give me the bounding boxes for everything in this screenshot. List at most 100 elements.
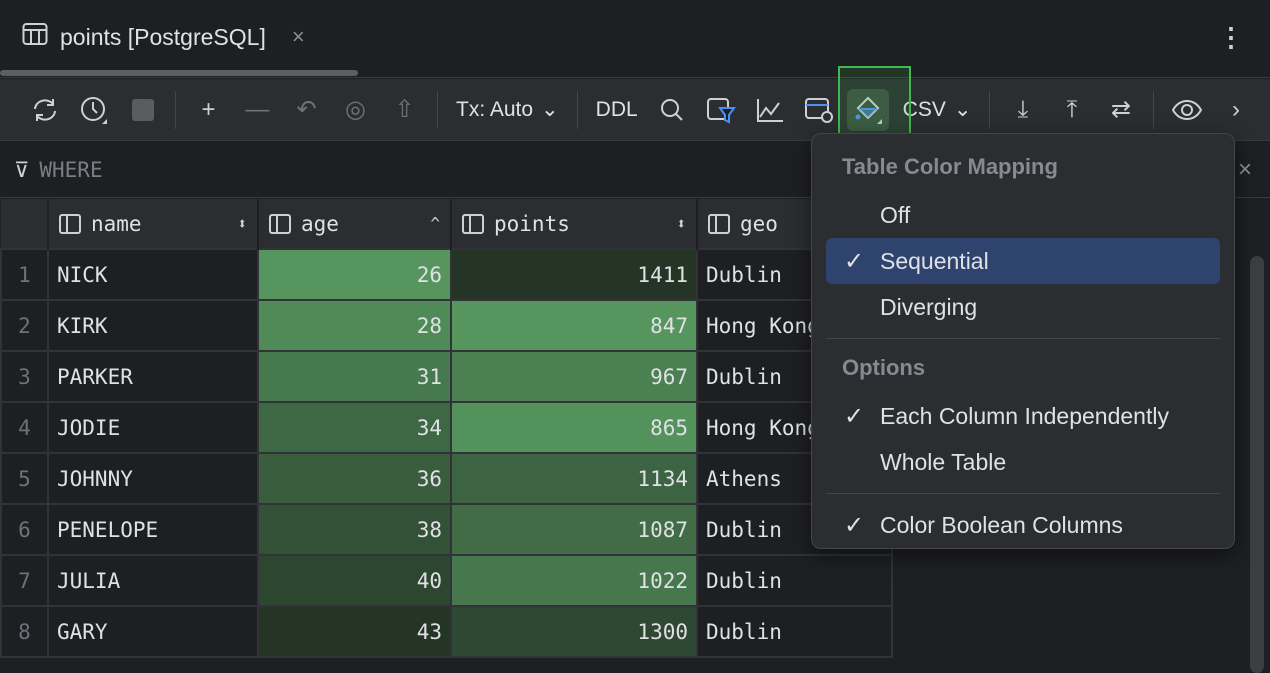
transaction-mode-dropdown[interactable]: Tx: Auto ⌄	[446, 97, 569, 122]
menu-item-off[interactable]: Off	[826, 192, 1220, 238]
cell-name[interactable]: PARKER	[48, 351, 258, 402]
chevron-right-icon[interactable]: ›	[1211, 88, 1260, 132]
cell-age[interactable]: 28	[258, 300, 451, 351]
sort-icon[interactable]: ⬍	[237, 214, 247, 233]
column-label: name	[91, 212, 142, 236]
row-number: 5	[1, 453, 48, 504]
cell-points[interactable]: 847	[451, 300, 697, 351]
cell-points[interactable]: 1087	[451, 504, 697, 555]
cell-age[interactable]: 31	[258, 351, 451, 402]
column-icon	[708, 214, 730, 234]
divider	[826, 493, 1220, 494]
filter-icon: ⊽	[14, 158, 29, 182]
cell-points[interactable]: 967	[451, 351, 697, 402]
cell-age[interactable]: 38	[258, 504, 451, 555]
cell-geo[interactable]: Dublin	[697, 555, 892, 606]
history-icon[interactable]	[69, 88, 118, 132]
menu-item-label: Off	[880, 202, 910, 229]
cell-points[interactable]: 865	[451, 402, 697, 453]
export-format-dropdown[interactable]: CSV⌄	[893, 97, 982, 122]
search-icon[interactable]	[648, 88, 697, 132]
preview-pending-icon[interactable]: ◎	[331, 88, 380, 132]
view-table-icon[interactable]	[795, 88, 844, 132]
sort-icon[interactable]: ^	[430, 214, 440, 233]
revert-icon[interactable]: ↶	[282, 88, 331, 132]
cell-points[interactable]: 1134	[451, 453, 697, 504]
cell-age[interactable]: 36	[258, 453, 451, 504]
chevron-down-icon: ⌄	[541, 97, 559, 122]
column-header-name[interactable]: name ⬍	[48, 199, 258, 249]
where-input[interactable]: WHERE	[39, 158, 102, 182]
cell-age[interactable]: 43	[258, 606, 451, 657]
menu-item-label: Sequential	[880, 248, 989, 275]
menu-item-whole-table[interactable]: Whole Table	[826, 439, 1220, 485]
download-icon[interactable]: ⤓	[998, 88, 1047, 132]
upload-icon[interactable]: ⤒	[1047, 88, 1096, 132]
filter-columns-icon[interactable]	[697, 88, 746, 132]
cell-name[interactable]: GARY	[48, 606, 258, 657]
check-icon: ✓	[844, 511, 880, 540]
color-mapping-button[interactable]	[844, 88, 893, 132]
table-row: 5 JOHNNY 36 1134 Athens	[1, 453, 892, 504]
cell-name[interactable]: JODIE	[48, 402, 258, 453]
separator	[437, 91, 438, 129]
menu-item-label: Color Boolean Columns	[880, 512, 1123, 539]
row-number: 3	[1, 351, 48, 402]
separator	[989, 91, 990, 129]
toolbar: + — ↶ ◎ ⇧ Tx: Auto ⌄ DDL CSV⌄ ⤓ ⤒ ⇄ ›	[0, 79, 1270, 141]
cell-name[interactable]: JOHNNY	[48, 453, 258, 504]
cell-age[interactable]: 34	[258, 402, 451, 453]
submit-icon[interactable]: ⇧	[380, 88, 429, 132]
compare-icon[interactable]: ⇄	[1096, 88, 1145, 132]
table-row: 3 PARKER 31 967 Dublin	[1, 351, 892, 402]
table-row: 1 NICK 26 1411 Dublin	[1, 249, 892, 300]
column-label: points	[494, 212, 570, 236]
table-row: 4 JODIE 34 865 Hong Kong	[1, 402, 892, 453]
menu-item-color-boolean-columns[interactable]: ✓Color Boolean Columns	[826, 502, 1220, 548]
table-row: 6 PENELOPE 38 1087 Dublin	[1, 504, 892, 555]
chart-icon[interactable]	[746, 88, 795, 132]
check-icon: ✓	[844, 247, 880, 276]
cell-points[interactable]: 1022	[451, 555, 697, 606]
tab-points[interactable]: points [PostgreSQL] ×	[22, 22, 305, 52]
cell-points[interactable]: 1300	[451, 606, 697, 657]
table-icon	[22, 22, 48, 52]
table-row: 7 JULIA 40 1022 Dublin	[1, 555, 892, 606]
eye-icon[interactable]	[1162, 88, 1211, 132]
column-header-age[interactable]: age^	[258, 199, 451, 249]
options-heading: Options	[826, 347, 1220, 393]
ddl-button[interactable]: DDL	[586, 98, 648, 122]
table-row: 8 GARY 43 1300 Dublin	[1, 606, 892, 657]
close-tab-icon[interactable]: ×	[292, 24, 305, 50]
separator	[577, 91, 578, 129]
tx-label: Tx: Auto	[456, 98, 533, 122]
menu-item-diverging[interactable]: Diverging	[826, 284, 1220, 330]
cell-name[interactable]: NICK	[48, 249, 258, 300]
cell-age[interactable]: 26	[258, 249, 451, 300]
row-number: 2	[1, 300, 48, 351]
close-filter-icon[interactable]: ×	[1238, 156, 1252, 184]
cell-age[interactable]: 40	[258, 555, 451, 606]
cell-points[interactable]: 1411	[451, 249, 697, 300]
cell-name[interactable]: JULIA	[48, 555, 258, 606]
cell-geo[interactable]: Dublin	[697, 606, 892, 657]
check-icon: ✓	[844, 402, 880, 431]
column-icon	[462, 214, 484, 234]
menu-item-each-column-independently[interactable]: ✓Each Column Independently	[826, 393, 1220, 439]
refresh-icon[interactable]	[20, 88, 69, 132]
cell-name[interactable]: KIRK	[48, 300, 258, 351]
divider	[826, 338, 1220, 339]
column-label: geo	[740, 212, 778, 236]
cell-name[interactable]: PENELOPE	[48, 504, 258, 555]
chevron-down-icon: ⌄	[954, 97, 972, 122]
column-header-points[interactable]: points ⬍	[451, 199, 697, 249]
more-options-icon[interactable]: ⋮	[1218, 22, 1244, 53]
sort-icon[interactable]: ⬍	[676, 214, 686, 233]
stop-icon[interactable]	[118, 88, 167, 132]
color-mapping-popup: Table Color Mapping Off✓SequentialDiverg…	[811, 133, 1235, 549]
vertical-scrollbar[interactable]	[1250, 256, 1264, 673]
row-number: 1	[1, 249, 48, 300]
add-row-icon[interactable]: +	[184, 88, 233, 132]
menu-item-sequential[interactable]: ✓Sequential	[826, 238, 1220, 284]
delete-row-icon[interactable]: —	[233, 88, 282, 132]
